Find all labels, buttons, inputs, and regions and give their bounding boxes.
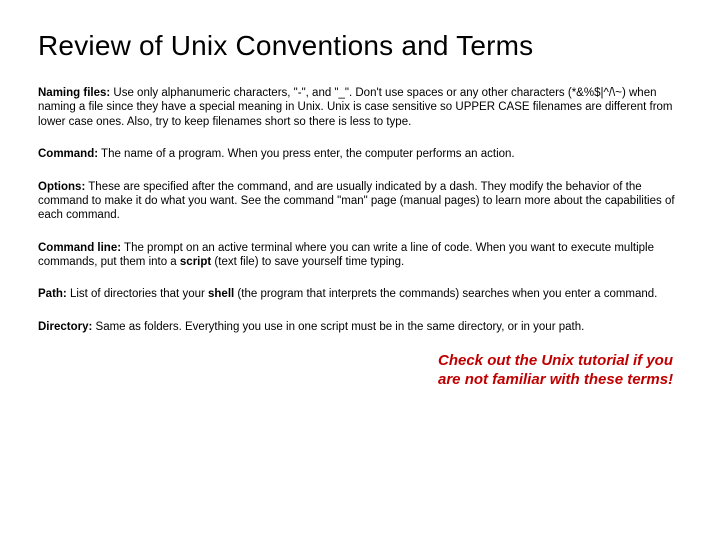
term-desc: Same as folders. Everything you use in o… bbox=[92, 321, 584, 333]
entry-path: Path: List of directories that your shel… bbox=[38, 287, 682, 301]
inline-bold-script: script bbox=[180, 256, 211, 268]
term-label: Command line: bbox=[38, 242, 121, 254]
page-title: Review of Unix Conventions and Terms bbox=[38, 30, 682, 62]
term-desc: The name of a program. When you press en… bbox=[98, 148, 515, 160]
term-desc-post: (the program that interprets the command… bbox=[234, 288, 657, 300]
callout-tutorial: Check out the Unix tutorial if you are n… bbox=[438, 352, 682, 390]
entry-options: Options: These are specified after the c… bbox=[38, 180, 682, 223]
entry-command: Command: The name of a program. When you… bbox=[38, 147, 682, 161]
term-label: Options: bbox=[38, 181, 85, 193]
term-label: Path: bbox=[38, 288, 67, 300]
inline-bold-shell: shell bbox=[208, 288, 234, 300]
entry-directory: Directory: Same as folders. Everything y… bbox=[38, 320, 682, 334]
term-desc-post: (text file) to save yourself time typing… bbox=[211, 256, 404, 268]
entry-command-line: Command line: The prompt on an active te… bbox=[38, 241, 682, 270]
term-desc: These are specified after the command, a… bbox=[38, 181, 675, 222]
term-desc-pre: List of directories that your bbox=[67, 288, 208, 300]
term-label: Command: bbox=[38, 148, 98, 160]
term-label: Naming files: bbox=[38, 87, 110, 99]
term-desc: Use only alphanumeric characters, "-", a… bbox=[38, 87, 673, 128]
term-label: Directory: bbox=[38, 321, 92, 333]
entry-naming-files: Naming files: Use only alphanumeric char… bbox=[38, 86, 682, 129]
